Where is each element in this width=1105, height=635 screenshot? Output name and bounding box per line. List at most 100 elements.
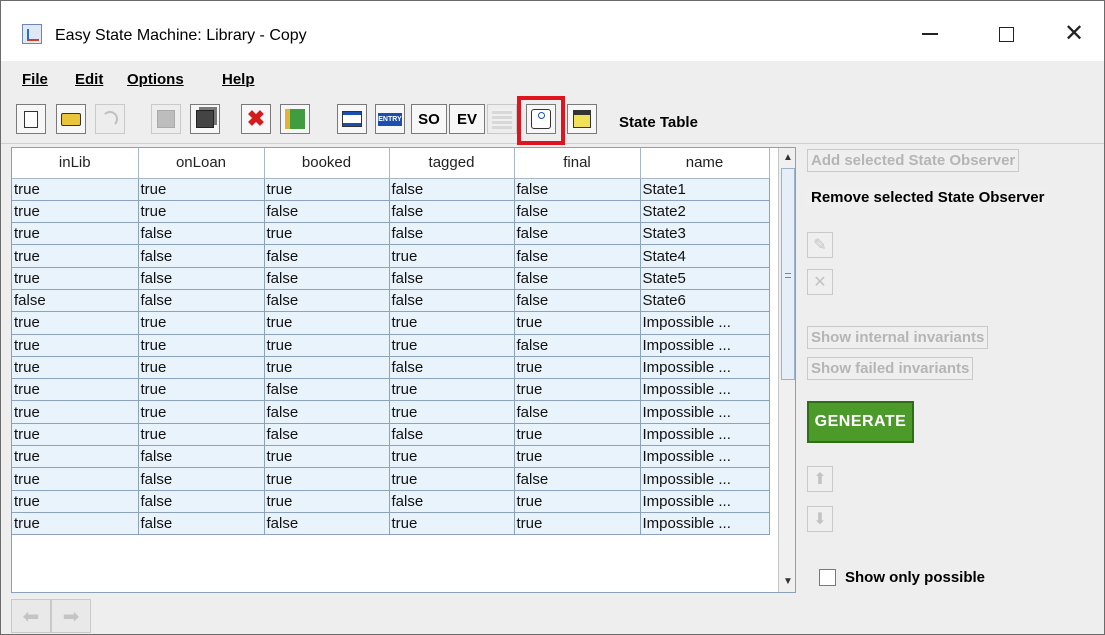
table-cell[interactable]: true [389, 467, 515, 491]
table-cell[interactable]: true [264, 467, 390, 491]
table-row[interactable]: true true true false true Impossible ... [12, 356, 770, 380]
table-cell[interactable]: false [389, 289, 515, 313]
scroll-up-icon[interactable]: ▲ [781, 150, 795, 166]
scroll-thumb[interactable] [781, 168, 795, 380]
table-cell[interactable]: true [12, 423, 139, 447]
table-cell[interactable]: false [389, 200, 515, 224]
table-row[interactable]: true false false true false State4 [12, 244, 770, 268]
table-cell[interactable]: true [389, 445, 515, 469]
table-cell[interactable]: false [138, 512, 265, 536]
table-cell[interactable]: true [514, 490, 641, 513]
column-header-inlib[interactable]: inLib [12, 148, 139, 179]
table-cell[interactable]: true [138, 356, 265, 380]
table-cell[interactable]: Impossible ... [640, 378, 770, 402]
table-cell[interactable]: true [12, 178, 139, 201]
list-button[interactable] [337, 104, 367, 134]
table-row[interactable]: true true false false true Impossible ... [12, 423, 770, 447]
table-cell[interactable]: false [264, 267, 390, 290]
entry-button[interactable]: ENTRY [375, 104, 405, 134]
table-cell[interactable]: true [12, 200, 139, 224]
grid-button[interactable] [487, 104, 517, 134]
table-cell[interactable]: Impossible ... [640, 400, 770, 424]
column-header-booked[interactable]: booked [264, 148, 390, 179]
menu-file[interactable]: File [22, 71, 48, 88]
table-cell[interactable]: true [12, 467, 139, 491]
table-cell[interactable]: true [12, 334, 139, 357]
table-row[interactable]: true false true false false State3 [12, 222, 770, 246]
table-cell[interactable]: false [264, 289, 390, 313]
table-cell[interactable]: true [12, 378, 139, 402]
table-cell[interactable]: false [264, 423, 390, 447]
table-cell[interactable]: State1 [640, 178, 770, 201]
table-cell[interactable]: false [264, 512, 390, 536]
close-button[interactable]: ✕ [1044, 16, 1104, 52]
table-cell[interactable]: State5 [640, 267, 770, 290]
table-cell[interactable]: true [514, 378, 641, 402]
table-cell[interactable]: true [389, 244, 515, 268]
table-cell[interactable]: true [12, 445, 139, 469]
table-scrollbar[interactable]: ▲ ▼ [778, 148, 795, 592]
table-cell[interactable]: true [389, 334, 515, 357]
table-cell[interactable]: true [138, 334, 265, 357]
table-cell[interactable]: false [389, 222, 515, 246]
table-row[interactable]: true false true true true Impossible ... [12, 445, 770, 469]
table-row[interactable]: true false true true false Impossible ... [12, 467, 770, 491]
forward-button[interactable]: ➡ [51, 599, 91, 633]
table-cell[interactable]: true [389, 512, 515, 536]
table-cell[interactable]: true [514, 445, 641, 469]
table-cell[interactable]: true [389, 378, 515, 402]
table-cell[interactable]: false [138, 267, 265, 290]
menu-options[interactable]: Options [127, 71, 184, 88]
remove-button[interactable]: ✕ [807, 269, 833, 295]
table-cell[interactable]: false [514, 178, 641, 201]
table-cell[interactable]: true [264, 356, 390, 380]
table-cell[interactable]: true [514, 423, 641, 447]
edit-button[interactable]: ✎ [807, 232, 833, 258]
table-cell[interactable]: false [389, 356, 515, 380]
table-cell[interactable]: true [514, 356, 641, 380]
table-cell[interactable]: true [12, 311, 139, 335]
table-cell[interactable]: false [514, 467, 641, 491]
table-cell[interactable]: true [12, 400, 139, 424]
table-cell[interactable]: State2 [640, 200, 770, 224]
table-cell[interactable]: true [514, 311, 641, 335]
table-cell[interactable]: true [12, 222, 139, 246]
table-cell[interactable]: true [138, 400, 265, 424]
table-row[interactable]: false false false false false State6 [12, 289, 770, 313]
table-cell[interactable]: false [389, 423, 515, 447]
table-cell[interactable]: true [264, 490, 390, 513]
table-cell[interactable]: true [12, 512, 139, 536]
save-all-button[interactable] [190, 104, 220, 134]
show-only-possible-option[interactable]: Show only possible [819, 569, 985, 586]
table-cell[interactable]: true [264, 445, 390, 469]
table-cell[interactable]: true [264, 311, 390, 335]
table-cell[interactable]: false [138, 222, 265, 246]
table-cell[interactable]: false [138, 244, 265, 268]
move-down-button[interactable]: ⬇ [807, 506, 833, 532]
table-cell[interactable]: true [389, 311, 515, 335]
table-cell[interactable]: Impossible ... [640, 467, 770, 491]
table-row[interactable]: true true true true false Impossible ... [12, 334, 770, 357]
table-cell[interactable]: true [138, 311, 265, 335]
back-button[interactable]: ⬅ [11, 599, 51, 633]
table-cell[interactable]: State3 [640, 222, 770, 246]
undo-button[interactable] [95, 104, 125, 134]
table-cell[interactable]: true [264, 222, 390, 246]
table-cell[interactable]: true [12, 490, 139, 513]
table-cell[interactable]: false [138, 490, 265, 513]
table-cell[interactable]: false [12, 289, 139, 313]
table-cell[interactable]: false [514, 222, 641, 246]
table-cell[interactable]: State4 [640, 244, 770, 268]
table-row[interactable]: true true false true true Impossible ... [12, 378, 770, 402]
generate-button[interactable]: GENERATE [807, 401, 914, 443]
table-cell[interactable]: false [514, 334, 641, 357]
table-cell[interactable]: true [264, 178, 390, 201]
table-cell[interactable]: State6 [640, 289, 770, 313]
menu-edit[interactable]: Edit [75, 71, 103, 88]
column-header-tagged[interactable]: tagged [389, 148, 515, 179]
table-cell[interactable]: false [264, 378, 390, 402]
table-cell[interactable]: true [514, 512, 641, 536]
table-cell[interactable]: Impossible ... [640, 490, 770, 513]
table-cell[interactable]: true [264, 334, 390, 357]
table-cell[interactable]: false [514, 289, 641, 313]
